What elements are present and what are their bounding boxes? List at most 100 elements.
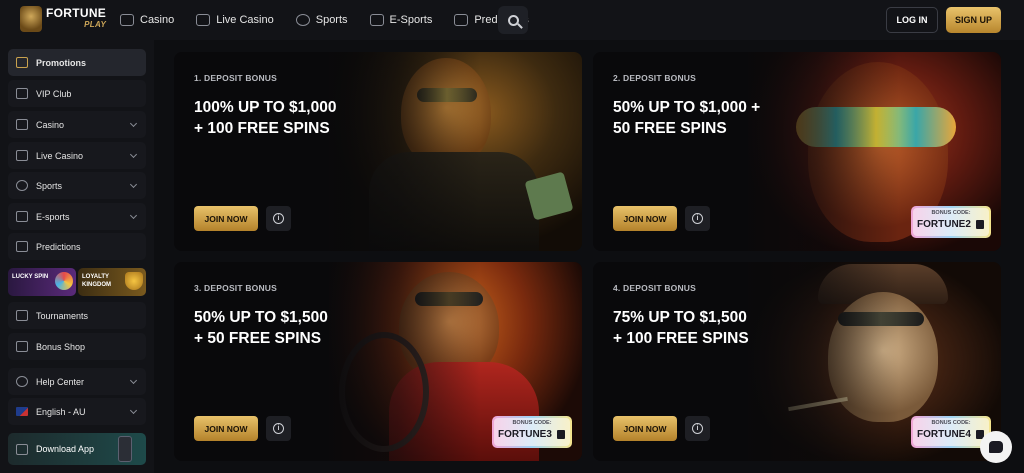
lucky-spin-label: LUCKY SPIN (12, 274, 49, 280)
card-label: 3. DEPOSIT BONUS (194, 283, 278, 293)
info-icon: i (273, 423, 284, 434)
lucky-spin-tile[interactable]: LUCKY SPIN (8, 268, 76, 296)
shopping-bag-icon (16, 341, 28, 352)
bonus-code-badge[interactable]: BONUS CODE: FORTUNE3 (492, 416, 572, 448)
bonus-code-caption: BONUS CODE: (512, 420, 552, 426)
info-button[interactable]: i (266, 206, 291, 231)
headline-line-2: + 50 FREE SPINS (194, 330, 322, 347)
slot-machine-icon (16, 119, 28, 130)
search-button[interactable] (498, 6, 528, 34)
login-button[interactable]: LOG IN (886, 7, 938, 33)
join-now-button[interactable]: JOIN NOW (194, 416, 258, 441)
headline-line-1: 100% UP TO $1,000 (194, 99, 337, 116)
bonus-code-badge[interactable]: BONUS CODE: FORTUNE4 (911, 416, 991, 448)
sidebar-item-label: E-sports (36, 211, 70, 222)
soccer-ball-icon (16, 180, 28, 191)
download-icon (16, 443, 28, 455)
bonus-code-value: FORTUNE4 (917, 429, 971, 440)
phone-icon (118, 436, 132, 462)
chevron-down-icon (129, 180, 138, 189)
chevron-down-icon (129, 211, 138, 220)
loyalty-label: LOYALTY (82, 274, 110, 280)
sidebar-item-bonus-shop[interactable]: Bonus Shop (8, 333, 146, 360)
chart-icon (454, 14, 469, 26)
nav-live-casino[interactable]: Live Casino (196, 14, 274, 26)
headline-line-2: 50 FREE SPINS (613, 120, 727, 137)
bonus-code-caption: BONUS CODE: (931, 420, 971, 426)
chat-button[interactable] (980, 431, 1012, 463)
sidebar: Promotions VIP Club Casino Live Casino S… (0, 40, 154, 473)
card-headline: 50% UP TO $1,000 + 50 FREE SPINS (613, 97, 760, 139)
download-app-label: Download App (36, 444, 95, 454)
promo-card-3: 3. DEPOSIT BONUS 50% UP TO $1,500 + 50 FR… (174, 262, 582, 461)
sidebar-item-label: Live Casino (36, 150, 84, 161)
nav-label: Sports (315, 14, 348, 26)
chevron-down-icon (129, 150, 138, 159)
info-icon: i (692, 213, 703, 224)
sidebar-item-label: Promotions (36, 57, 87, 68)
sidebar-promo-tiles: LUCKY SPIN LOYALTY KINGDOM (8, 268, 146, 296)
kingdom-label: KINGDOM (82, 282, 111, 288)
sidebar-item-esports[interactable]: E-sports (8, 203, 146, 230)
search-icon (507, 14, 519, 26)
sidebar-item-label: Predictions (36, 241, 81, 252)
nav-label: Casino (140, 14, 175, 26)
info-icon: i (273, 213, 284, 224)
loyalty-kingdom-tile[interactable]: LOYALTY KINGDOM (78, 268, 146, 296)
language-select[interactable]: English - AU (8, 398, 146, 425)
card-headline: 50% UP TO $1,500 + 50 FREE SPINS (194, 307, 328, 349)
crown-icon (16, 88, 28, 99)
chest-icon (125, 272, 143, 290)
bonus-code-value: FORTUNE2 (917, 219, 971, 230)
headline-line-2: + 100 FREE SPINS (194, 120, 330, 137)
nav-casino[interactable]: Casino (120, 14, 174, 26)
slot-machine-icon (120, 14, 134, 26)
promo-card-2: 2. DEPOSIT BONUS 50% UP TO $1,000 + 50 FR… (593, 52, 1001, 251)
nav-esports[interactable]: E-Sports (369, 14, 433, 26)
nav-label: Live Casino (216, 14, 274, 26)
sidebar-item-sports[interactable]: Sports (8, 172, 146, 199)
download-app-button[interactable]: Download App (8, 433, 146, 465)
sidebar-item-label: Help Center (36, 376, 85, 387)
sidebar-item-label: Bonus Shop (36, 341, 86, 352)
bonus-code-caption: BONUS CODE: (931, 210, 971, 216)
signup-button[interactable]: SIGN UP (946, 7, 1001, 33)
nav-sports[interactable]: Sports (295, 14, 348, 26)
info-icon: i (692, 423, 703, 434)
sidebar-item-predictions[interactable]: Predictions (8, 233, 146, 260)
dealer-icon (16, 150, 28, 161)
sidebar-item-live-casino[interactable]: Live Casino (8, 142, 146, 169)
sidebar-item-label: Tournaments (36, 310, 89, 321)
trophy-icon (16, 310, 28, 321)
sidebar-item-promotions[interactable]: Promotions (8, 49, 146, 76)
sidebar-item-label: Sports (36, 180, 63, 191)
card-label: 1. DEPOSIT BONUS (194, 73, 278, 83)
lion-crest-icon (20, 6, 42, 32)
info-button[interactable]: i (685, 206, 710, 231)
sidebar-item-casino[interactable]: Casino (8, 111, 146, 138)
bonus-code-value: FORTUNE3 (498, 429, 552, 440)
join-now-button[interactable]: JOIN NOW (194, 206, 258, 231)
sidebar-item-help-center[interactable]: Help Center (8, 368, 146, 395)
australia-flag-icon (16, 407, 28, 416)
bonus-code-badge[interactable]: BONUS CODE: FORTUNE2 (911, 206, 991, 238)
brand-logo[interactable]: FORTUNE PLAY (20, 6, 106, 32)
wheel-icon (55, 272, 73, 290)
join-now-button[interactable]: JOIN NOW (613, 206, 677, 231)
brand-tagline: PLAY (84, 20, 107, 29)
headline-line-1: 50% UP TO $1,500 (194, 309, 328, 326)
help-icon (16, 376, 28, 387)
chat-bubble-icon (989, 441, 1003, 453)
nav-label: E-Sports (389, 14, 433, 26)
sidebar-item-vip-club[interactable]: VIP Club (8, 80, 146, 107)
sidebar-item-tournaments[interactable]: Tournaments (8, 302, 146, 329)
join-now-button[interactable]: JOIN NOW (613, 416, 677, 441)
chevron-down-icon (129, 376, 138, 385)
info-button[interactable]: i (685, 416, 710, 441)
gamepad-icon (369, 14, 384, 26)
info-button[interactable]: i (266, 416, 291, 441)
headline-line-2: + 100 FREE SPINS (613, 330, 749, 347)
sidebar-item-label: VIP Club (36, 88, 72, 99)
chart-icon (16, 241, 28, 252)
gift-icon (16, 57, 28, 68)
